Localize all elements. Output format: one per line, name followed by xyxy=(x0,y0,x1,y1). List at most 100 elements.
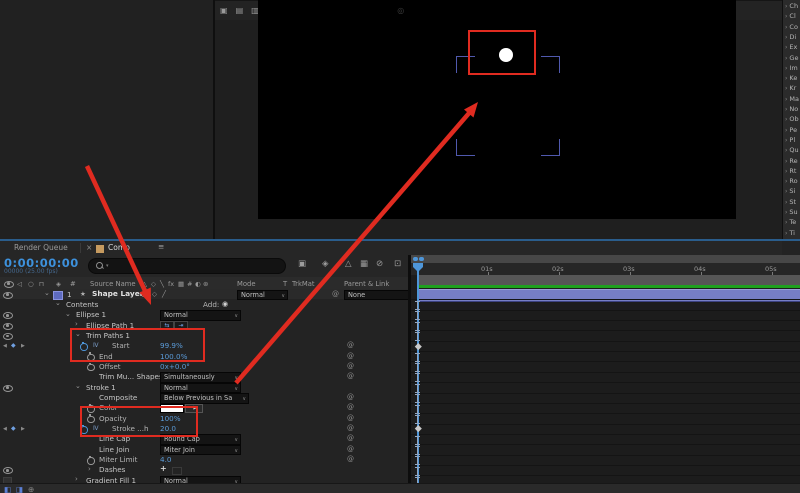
parent-pickwhip-icon[interactable]: @ xyxy=(347,414,354,422)
row-line-cap[interactable]: Line CapRound Cap∨@ xyxy=(0,434,411,444)
eye-icon[interactable] xyxy=(3,312,13,319)
category-item[interactable]: ›No xyxy=(785,105,798,115)
category-item[interactable]: ›Ex xyxy=(785,43,797,53)
keyframe-diamond[interactable] xyxy=(415,425,421,431)
row-ellipse-path-1[interactable]: ›Ellipse Path 1⇆⇥ xyxy=(0,320,411,330)
parent-pickwhip-icon[interactable]: @ xyxy=(347,341,354,349)
time-ruler[interactable]: 01s02s03s04s05s xyxy=(411,263,800,275)
playhead-row-marker xyxy=(415,332,420,341)
row-trim-paths-1[interactable]: ⌄Trim Paths 1 xyxy=(0,330,411,340)
row-ellipse-1[interactable]: ⌄Ellipse 1Normal∨ xyxy=(0,310,411,320)
twirl-open-icon[interactable]: ⌄ xyxy=(55,299,61,307)
property-label[interactable]: Miter Limit xyxy=(99,455,138,464)
primary-viewer-icon[interactable]: ▤ xyxy=(236,6,244,15)
eye-icon[interactable] xyxy=(3,333,13,340)
parent-pickwhip-icon[interactable]: @ xyxy=(347,362,354,370)
keyframe-at-time-icon[interactable]: ◆ xyxy=(11,342,16,349)
twirl-closed-icon[interactable]: › xyxy=(88,465,91,473)
parent-pickwhip-icon[interactable]: @ xyxy=(347,424,354,432)
category-item[interactable]: ›Di xyxy=(785,33,796,43)
navigator-handle-left[interactable] xyxy=(413,257,418,262)
category-item[interactable]: ›Ob xyxy=(785,115,799,125)
ruler-label: 01s xyxy=(481,265,493,273)
twirl-open-icon[interactable]: ⌄ xyxy=(75,382,81,390)
keyframe-diamond[interactable] xyxy=(415,343,421,349)
composition-canvas[interactable] xyxy=(258,0,736,219)
row-start[interactable]: ◀◆▶ⅣStart99.9%@ xyxy=(0,341,411,351)
category-item[interactable]: ›Kr xyxy=(785,84,796,94)
property-label[interactable]: Trim Mu... Shapes xyxy=(99,372,163,381)
row-stroke-width[interactable]: ◀◆▶ⅣStroke ...h20.0@ xyxy=(0,424,411,434)
category-item[interactable]: ›St xyxy=(785,198,796,208)
category-item[interactable]: ›Cl xyxy=(785,12,796,22)
timeline-graph-area[interactable]: 01s02s03s04s05s xyxy=(411,255,800,483)
property-label[interactable]: Contents xyxy=(66,300,98,309)
row-composite[interactable]: CompositeBelow Previous in Sa∨@ xyxy=(0,393,411,403)
add-property-button[interactable]: ◉ xyxy=(222,300,228,308)
category-item[interactable]: ›Ti xyxy=(785,229,795,239)
category-item[interactable]: ›Ke xyxy=(785,74,797,84)
eye-icon[interactable] xyxy=(3,467,13,474)
property-label[interactable]: Offset xyxy=(99,362,121,371)
stopwatch-icon[interactable] xyxy=(87,457,95,465)
category-item[interactable]: ›Pl xyxy=(785,136,795,146)
next-keyframe-icon[interactable]: ▶ xyxy=(21,426,25,432)
eye-icon[interactable] xyxy=(3,323,13,330)
row-line-join[interactable]: Line JoinMiter Join∨@ xyxy=(0,444,411,454)
category-item[interactable]: ›Re xyxy=(785,157,798,167)
always-preview-icon[interactable]: ▣ xyxy=(220,6,228,15)
category-item[interactable]: ›Si xyxy=(785,187,795,197)
time-navigator-bar[interactable] xyxy=(411,255,800,263)
property-label[interactable]: Ellipse 1 xyxy=(76,310,106,319)
prev-keyframe-icon[interactable]: ◀ xyxy=(3,343,7,349)
property-label[interactable]: Composite xyxy=(99,393,137,402)
twirl-closed-icon[interactable]: › xyxy=(75,320,78,328)
twirl-open-icon[interactable]: ⌄ xyxy=(65,310,71,318)
property-value[interactable]: 4.0 xyxy=(160,455,171,464)
parent-pickwhip-icon[interactable]: @ xyxy=(347,455,354,463)
expand-layer-switches-icon[interactable]: ◧ xyxy=(4,485,11,493)
row-offset[interactable]: Offset 0x+0.0° @ xyxy=(0,361,411,371)
add-dash-button[interactable]: + xyxy=(160,464,167,473)
row-contents[interactable]: ⌄ContentsAdd:◉ xyxy=(0,299,411,309)
row-opacity[interactable]: Opacity100%@ xyxy=(0,413,411,423)
category-item[interactable]: ›Ma xyxy=(785,95,799,105)
work-area-bar[interactable] xyxy=(417,275,800,285)
row-dashes[interactable]: › Dashes + xyxy=(0,465,411,475)
category-item[interactable]: ›Pe xyxy=(785,126,797,136)
row-stroke-1[interactable]: ⌄Stroke 1Normal∨ xyxy=(0,382,411,392)
ruler-label: 03s xyxy=(623,265,635,273)
eye-icon[interactable] xyxy=(3,385,13,392)
expand-transfer-controls-icon[interactable]: ◨ xyxy=(16,485,23,493)
show-snapshot-icon[interactable]: ◎ xyxy=(397,6,404,15)
expand-inout-icon[interactable]: ⊕ xyxy=(28,485,34,493)
category-item[interactable]: ›Rt xyxy=(785,167,796,177)
property-label[interactable]: Dashes xyxy=(99,465,125,474)
parent-pickwhip-icon[interactable]: @ xyxy=(347,445,354,453)
parent-pickwhip-icon[interactable]: @ xyxy=(347,403,354,411)
keyframe-at-time-icon[interactable]: ◆ xyxy=(11,425,16,432)
parent-pickwhip-icon[interactable]: @ xyxy=(347,372,354,380)
category-item[interactable]: ›Te xyxy=(785,218,796,228)
row-end[interactable]: End100.0%@ xyxy=(0,351,411,361)
parent-pickwhip-icon[interactable]: @ xyxy=(347,352,354,360)
parent-pickwhip-icon[interactable]: @ xyxy=(347,393,354,401)
category-item[interactable]: ›Co xyxy=(785,23,798,33)
category-item[interactable]: ›Su xyxy=(785,208,798,218)
property-value[interactable]: 0x+0.0° xyxy=(160,362,190,371)
property-label[interactable]: Line Join xyxy=(99,445,129,454)
property-label[interactable]: Stroke 1 xyxy=(86,383,116,392)
prev-keyframe-icon[interactable]: ◀ xyxy=(3,426,7,432)
stopwatch-icon[interactable] xyxy=(87,364,95,372)
category-item[interactable]: ›Im xyxy=(785,64,798,74)
row-miter-limit[interactable]: Miter Limit 4.0 @ xyxy=(0,455,411,465)
row-trim-multiple-shapes[interactable]: Trim Mu... ShapesSimultaneously∨@ xyxy=(0,372,411,382)
category-item[interactable]: ›Ge xyxy=(785,54,798,64)
parent-pickwhip-icon[interactable]: @ xyxy=(347,434,354,442)
next-keyframe-icon[interactable]: ▶ xyxy=(21,343,25,349)
category-item[interactable]: ›Ro xyxy=(785,177,798,187)
category-item[interactable]: ›Qu xyxy=(785,146,799,156)
row-color[interactable]: Color–▶@ xyxy=(0,403,411,413)
navigator-handle[interactable] xyxy=(419,257,424,262)
category-item[interactable]: ›Ch xyxy=(785,2,798,12)
